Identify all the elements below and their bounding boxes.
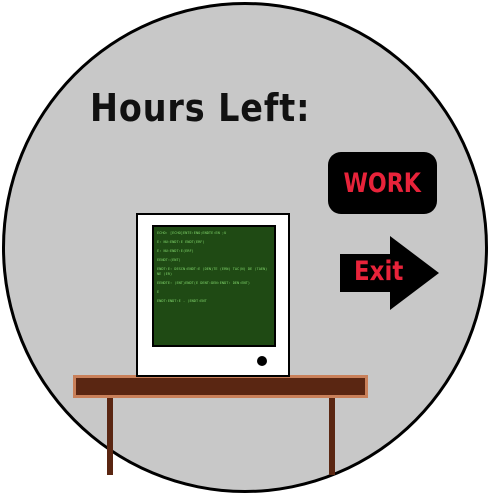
exit-button[interactable]: Exit <box>340 236 440 310</box>
desk-top <box>73 375 368 398</box>
screen-code-line: E: NU:ENDT:E(ERF) <box>157 249 194 253</box>
desk-leg-left <box>107 397 113 475</box>
game-scene: Hours Left: WORK Exit ECHO: [ECHO]ENTE:E… <box>0 0 500 500</box>
hours-left-label: Hours Left: <box>90 86 311 130</box>
screen-code-line: ECHO: [ECHO]ENTE:ENO;ENDTE:EN ;U <box>157 231 227 235</box>
screen-code-line: EENDTE: (ENT)ENDT(E DENT:DEN:ENDT: DEN:E… <box>157 281 251 285</box>
work-button-label: WORK <box>343 167 422 199</box>
screen-code-line: E <box>157 290 160 294</box>
computer-screen: ECHO: [ECHO]ENTE:ENO;ENDTE:EN ;U E: NU:E… <box>152 225 276 347</box>
exit-button-label: Exit <box>354 256 404 287</box>
power-button-icon[interactable] <box>257 356 267 366</box>
desk-leg-right <box>329 397 335 475</box>
screen-code-line: EENDT:(ENT) <box>157 258 181 262</box>
screen-code-line: E: NU:ENDT:E ENDT(ERF) <box>157 240 205 244</box>
work-button[interactable]: WORK <box>328 152 437 214</box>
computer-monitor[interactable]: ECHO: [ECHO]ENTE:ENO;ENDTE:EN ;U E: NU:E… <box>136 213 290 377</box>
screen-code-line: ENDT:E: DESCN:ENDT:E (DEN)TE (ERN) TAC(N… <box>157 267 270 276</box>
screen-code-line: ENDT:ENDT:E - (ENDT:ENT <box>157 299 207 303</box>
